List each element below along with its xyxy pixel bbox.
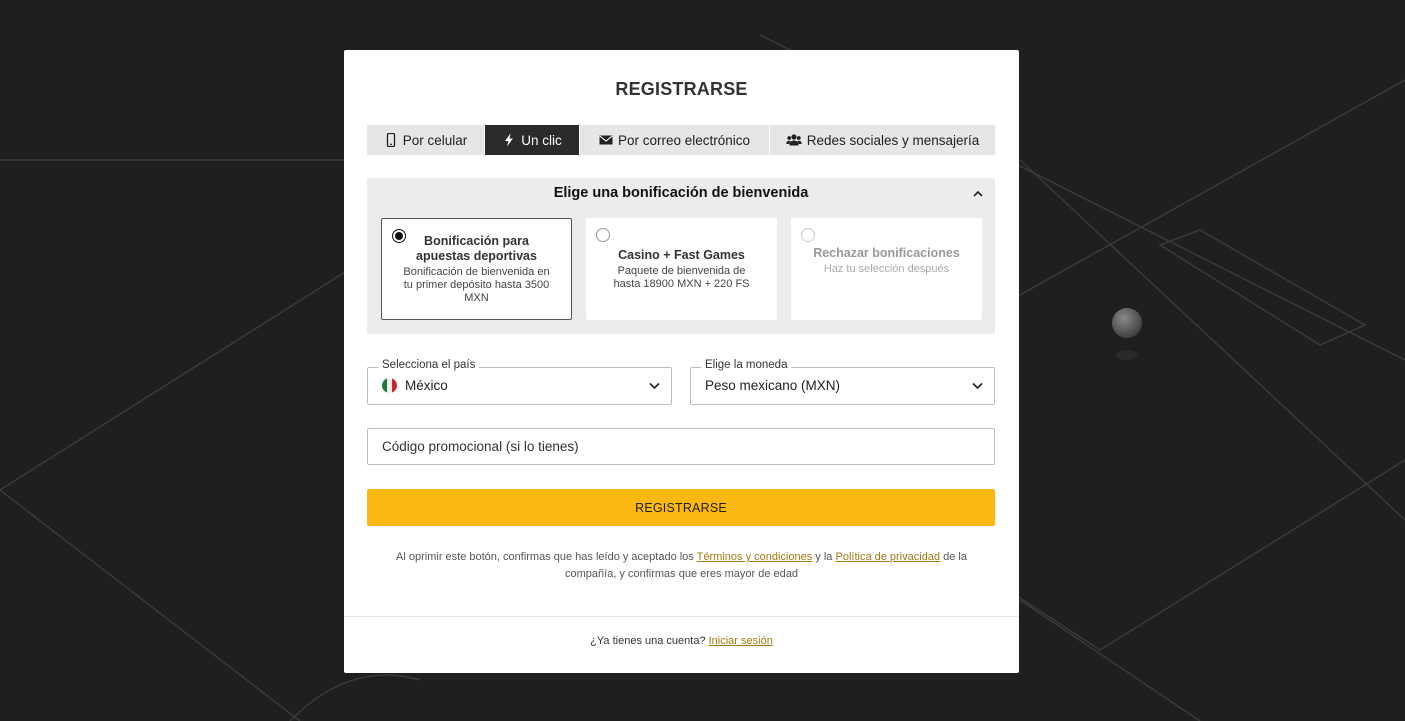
lightning-icon (505, 133, 514, 147)
promo-code-field (367, 428, 995, 465)
terms-middle: y la (815, 551, 833, 563)
currency-value: Peso mexicano (MXN) (705, 378, 841, 393)
ball-decoration (1112, 308, 1142, 338)
registration-modal: REGISTRARSE Por celular Un clic Por corr… (344, 50, 1019, 673)
bonus-radio-casino[interactable] (596, 228, 610, 242)
phone-icon (386, 133, 395, 147)
currency-label: Elige la moneda (701, 359, 792, 371)
envelope-icon (599, 135, 613, 145)
bonus-card-desc: Paquete de bienvenida de hasta 18900 MXN… (613, 265, 750, 290)
bonus-card-sports[interactable]: Bonificación para apuestas deportivas Bo… (381, 218, 572, 320)
mexico-flag-icon (382, 378, 397, 393)
welcome-bonus-panel: Elige una bonificación de bienvenida Bon… (367, 178, 995, 334)
bonus-panel-title: Elige una bonificación de bienvenida (553, 185, 809, 201)
bonus-card-desc: Bonificación de bienvenida en tu primer … (403, 266, 550, 304)
bonus-radio-sports[interactable] (392, 229, 406, 243)
chevron-down-icon (649, 382, 660, 390)
country-label: Selecciona el país (378, 359, 480, 371)
terms-text: Al oprimir este botón, confirmas que has… (384, 549, 979, 583)
country-value: México (405, 378, 448, 393)
currency-select[interactable]: Elige la moneda Peso mexicano (MXN) (690, 359, 995, 405)
country-select[interactable]: Selecciona el país México (367, 359, 672, 405)
tab-label: Por celular (402, 132, 468, 148)
login-question: ¿Ya tienes una cuenta? (590, 635, 706, 647)
footer-divider (344, 616, 1019, 617)
terms-prefix: Al oprimir este botón, confirmas que has… (396, 551, 694, 563)
login-link[interactable]: Iniciar sesión (709, 635, 773, 647)
tab-one-click[interactable]: Un clic (485, 125, 580, 155)
ball-shadow (1116, 350, 1138, 360)
bonus-card-casino[interactable]: Casino + Fast Games Paquete de bienvenid… (586, 218, 777, 320)
register-button[interactable]: REGISTRARSE (367, 489, 995, 526)
bonus-card-name: Casino + Fast Games (618, 248, 745, 262)
login-prompt: ¿Ya tienes una cuenta? Iniciar sesión (344, 635, 1019, 647)
tab-label: Un clic (521, 132, 562, 148)
bonus-card-name: Rechazar bonificaciones (813, 246, 960, 260)
registration-tabs: Por celular Un clic Por correo electróni… (367, 125, 995, 155)
tab-label: Redes sociales y mensajería (806, 132, 980, 148)
tab-label: Por correo electrónico (617, 132, 751, 148)
tab-social[interactable]: Redes sociales y mensajería (770, 125, 995, 155)
users-icon (786, 134, 802, 146)
promo-code-input[interactable] (368, 429, 994, 464)
bonus-card-decline[interactable]: Rechazar bonificaciones Haz tu selección… (791, 218, 982, 320)
bonus-card-desc: Haz tu selección después (823, 263, 950, 275)
chevron-down-icon (972, 382, 983, 390)
terms-link[interactable]: Términos y condiciones (697, 551, 813, 563)
bonus-card-name: Bonificación para apuestas deportivas (416, 234, 537, 263)
tab-email[interactable]: Por correo electrónico (580, 125, 770, 155)
bonus-radio-decline[interactable] (801, 228, 815, 242)
privacy-link[interactable]: Política de privacidad (835, 551, 940, 563)
tab-phone[interactable]: Por celular (367, 125, 485, 155)
modal-title: REGISTRARSE (615, 79, 748, 99)
chevron-up-icon[interactable] (973, 189, 983, 199)
